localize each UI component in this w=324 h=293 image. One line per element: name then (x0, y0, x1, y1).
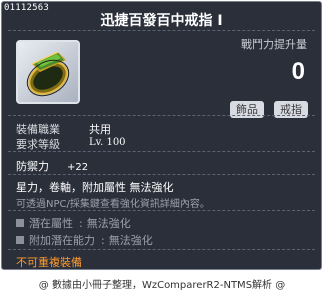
item-tooltip: 01112563 迅捷百發百中戒指 I 戰鬥力提升量 0 飾品 戒指 裝備職業 … (1, 1, 322, 270)
divider (8, 249, 315, 250)
divider (8, 30, 315, 31)
divider (8, 210, 315, 211)
enhance-note: 星力，卷軸，附加屬性 無法強化 (16, 181, 174, 194)
item-name: 迅捷百發百中戒指 I (100, 13, 223, 29)
additional-potential-row: 附加潛在能力 : 無法強化 (16, 232, 153, 248)
enhance-info-note: 可透過NPC/採集鍵查看強化資訊詳細內容。 (16, 199, 210, 210)
divider (8, 151, 315, 152)
stat-label: 防禦力 (16, 160, 49, 173)
potential-row: 潛在屬性 : 無法強化 (16, 215, 131, 231)
data-source-footer: @ 數據由小冊子整理，WzComparerR2-NTMS解析 @ (38, 280, 286, 291)
stat-value: +22 (67, 162, 89, 173)
additional-potential-value: 無法強化 (108, 234, 153, 247)
divider (8, 115, 315, 116)
potential-square-icon (16, 236, 24, 244)
green-gold-ring-icon (26, 51, 70, 97)
req-level-label: 要求等級 (16, 138, 60, 151)
req-job-value: 共用 (89, 123, 111, 136)
potential-value: 無法強化 (86, 217, 131, 230)
unique-equip-warning: 不可重複裝備 (16, 256, 82, 269)
req-job-label: 裝備職業 (16, 123, 60, 136)
potential-square-icon (16, 219, 24, 227)
combat-power-value: 0 (291, 58, 305, 85)
combat-power-label: 戰鬥力提升量 (241, 38, 307, 51)
item-icon-frame (16, 40, 80, 104)
stat-row: 防禦力 +22 (16, 158, 88, 174)
divider (8, 174, 315, 175)
additional-potential-label: 附加潛在能力 (29, 234, 95, 247)
potential-label: 潛在屬性 (29, 217, 73, 230)
req-level-value: Lv. 100 (89, 137, 126, 148)
